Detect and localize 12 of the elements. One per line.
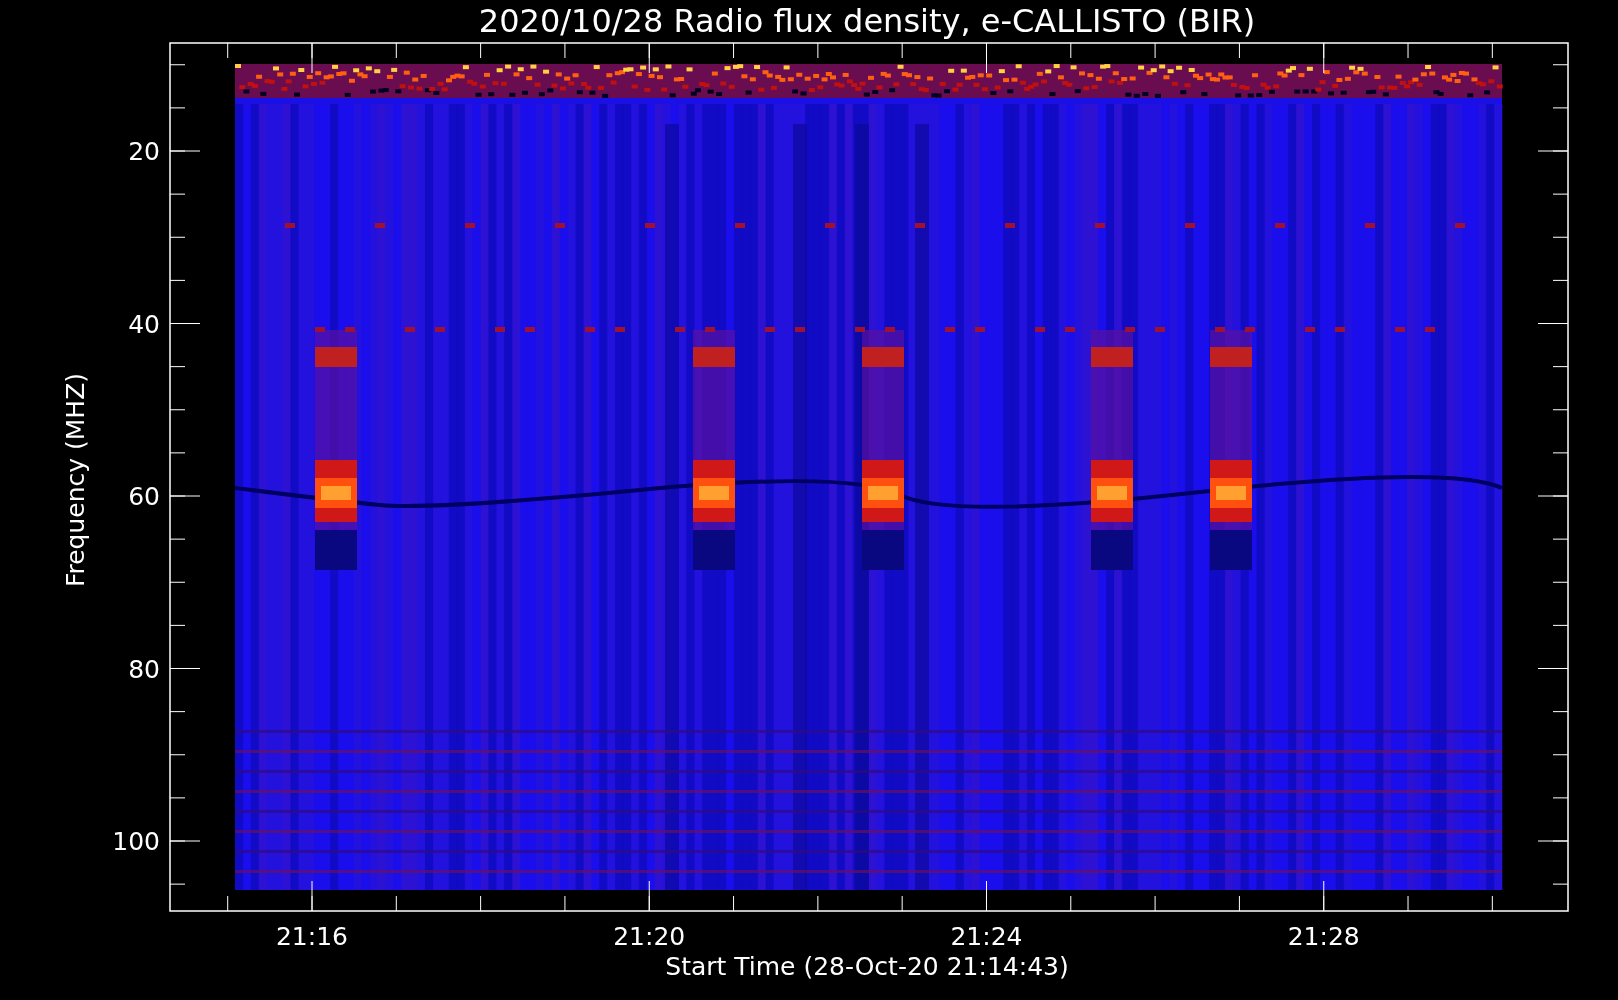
y-tick-label: 40: [128, 309, 160, 339]
y-tick-label: 20: [128, 137, 160, 166]
chart-title: 2020/10/28 Radio flux density, e-CALLISTO (BIR): [478, 2, 1256, 40]
y-tick-label: 80: [128, 654, 160, 684]
x-tick-label: 21:20: [613, 922, 686, 951]
x-tick-label: 21:16: [276, 922, 348, 951]
x-tick-label: 21:28: [1287, 922, 1360, 951]
x-axis-label: Start Time (28-Oct-20 21:14:43): [665, 952, 1069, 981]
x-tick-label: 21:24: [950, 922, 1023, 951]
y-tick-label: 60: [128, 482, 160, 511]
y-tick-label: 100: [112, 827, 160, 856]
y-axis-label: Frequency (MHZ): [61, 372, 90, 588]
